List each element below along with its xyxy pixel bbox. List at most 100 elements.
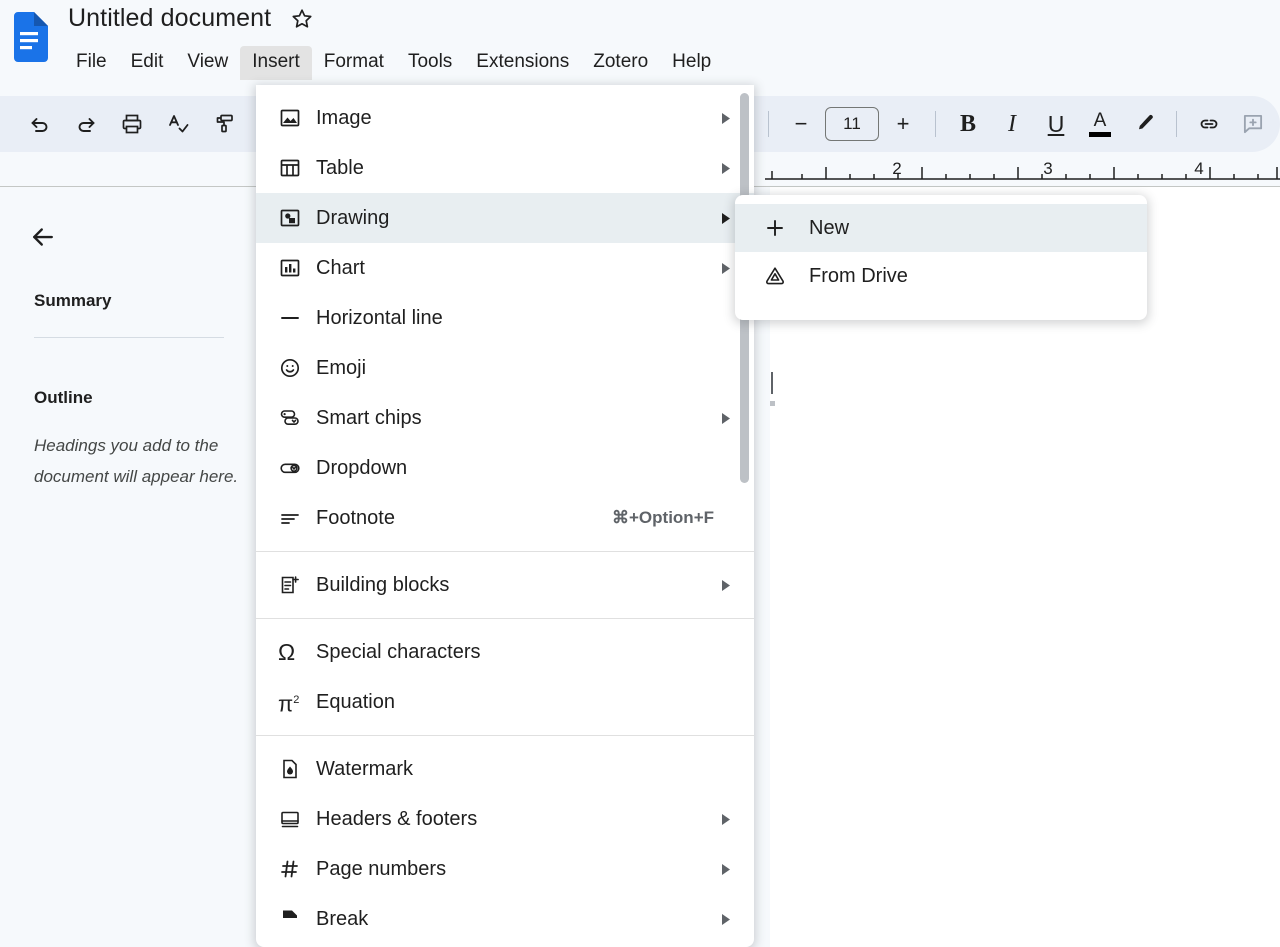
menu-item-emoji[interactable]: Emoji <box>256 343 754 393</box>
google-docs-icon[interactable] <box>10 12 48 62</box>
menu-bar: File Edit View Insert Format Tools Exten… <box>64 46 723 80</box>
chevron-right-icon <box>718 579 734 592</box>
omega-icon: Ω <box>278 639 316 665</box>
comment-icon[interactable] <box>1233 104 1273 144</box>
menu-item-drawing[interactable]: Drawing <box>256 193 754 243</box>
menu-item-label: Special characters <box>316 640 481 663</box>
dropdown-icon <box>278 455 316 481</box>
menu-item-equation[interactable]: π2 Equation <box>256 677 754 727</box>
menu-item-label: Watermark <box>316 757 414 780</box>
menu-tools[interactable]: Tools <box>396 46 464 80</box>
menu-extensions[interactable]: Extensions <box>464 46 581 80</box>
caret-marker <box>770 401 775 406</box>
text-color-swatch <box>1089 132 1111 137</box>
print-icon[interactable] <box>112 104 152 144</box>
horizontal-line-icon <box>278 305 316 331</box>
menu-item-label: Table <box>316 156 364 179</box>
break-icon <box>278 906 316 932</box>
summary-heading: Summary <box>34 291 112 310</box>
chevron-right-icon <box>718 863 734 876</box>
menu-item-label: Equation <box>316 690 395 713</box>
font-size-increase-button[interactable]: + <box>883 104 923 144</box>
menu-item-chart[interactable]: Chart <box>256 243 754 293</box>
submenu-item-label: From Drive <box>809 264 908 287</box>
document-title[interactable]: Untitled document <box>68 4 271 33</box>
menu-item-label: Page numbers <box>316 857 447 880</box>
plus-icon <box>763 216 809 240</box>
panel-divider <box>34 337 224 338</box>
chevron-right-icon <box>718 412 734 425</box>
page-numbers-icon <box>278 856 316 882</box>
chevron-right-icon <box>718 112 734 125</box>
menu-help[interactable]: Help <box>660 46 723 80</box>
menu-item-image[interactable]: Image <box>256 93 754 143</box>
drawing-submenu: New From Drive <box>735 195 1147 320</box>
toolbar-divider-3 <box>1176 111 1177 137</box>
menu-item-label: Dropdown <box>316 456 408 479</box>
menu-item-table[interactable]: Table <box>256 143 754 193</box>
omega-glyph: Ω <box>278 638 296 665</box>
menu-item-label: Emoji <box>316 356 367 379</box>
building-blocks-icon <box>278 572 316 598</box>
menu-insert[interactable]: Insert <box>240 46 312 80</box>
smart-chips-icon <box>278 405 316 431</box>
menu-item-footnote[interactable]: Footnote ⌘+Option+F <box>256 493 754 543</box>
menu-zotero[interactable]: Zotero <box>581 46 660 80</box>
italic-glyph: I <box>1008 110 1016 137</box>
chevron-right-icon <box>718 913 734 926</box>
drawing-icon <box>278 205 316 231</box>
equation-glyph: π2 <box>278 691 300 717</box>
menu-edit[interactable]: Edit <box>119 46 176 80</box>
table-icon <box>278 155 316 181</box>
bold-icon[interactable]: B <box>948 104 988 144</box>
toolbar-divider-2 <box>935 111 936 137</box>
menu-item-label: Smart chips <box>316 406 422 429</box>
menu-file[interactable]: File <box>64 46 119 80</box>
back-arrow-icon[interactable] <box>28 217 68 257</box>
menu-item-label: Image <box>316 106 372 129</box>
equation-icon: π2 <box>278 689 316 715</box>
undo-icon[interactable] <box>20 104 60 144</box>
font-size-decrease-button[interactable]: − <box>781 104 821 144</box>
redo-icon[interactable] <box>66 104 106 144</box>
drive-icon <box>763 264 809 288</box>
underline-icon[interactable]: U <box>1036 104 1076 144</box>
menu-item-watermark[interactable]: Watermark <box>256 744 754 794</box>
menu-item-label: Break <box>316 907 369 930</box>
star-outline-icon[interactable] <box>289 6 315 32</box>
menu-item-break[interactable]: Break <box>256 894 754 944</box>
link-icon[interactable] <box>1189 104 1229 144</box>
menu-item-horizontal-line[interactable]: Horizontal line <box>256 293 754 343</box>
underline-glyph: U <box>1047 110 1065 137</box>
menu-item-label: Headers & footers <box>316 807 478 830</box>
submenu-item-from-drive[interactable]: From Drive <box>735 252 1147 300</box>
menu-item-label: Horizontal line <box>316 306 443 329</box>
insert-menu-dropdown: Image Table Drawing Chart Horizontal lin… <box>256 85 754 947</box>
highlight-icon[interactable] <box>1124 104 1164 144</box>
font-size-input[interactable]: 11 <box>825 107 879 141</box>
menu-item-building-blocks[interactable]: Building blocks <box>256 560 754 610</box>
italic-icon[interactable]: I <box>992 104 1032 144</box>
menu-item-dropdown[interactable]: Dropdown <box>256 443 754 493</box>
text-color-icon[interactable]: A <box>1080 104 1120 144</box>
paint-format-icon[interactable] <box>204 104 244 144</box>
menu-separator <box>256 618 754 619</box>
ruler-tick-3: 3 <box>1043 159 1052 178</box>
menu-item-smart-chips[interactable]: Smart chips <box>256 393 754 443</box>
title-row: Untitled document <box>68 4 315 33</box>
submenu-item-new[interactable]: New <box>735 204 1147 252</box>
menu-format[interactable]: Format <box>312 46 396 80</box>
google-docs-window: Untitled document File Edit View Insert … <box>0 0 1280 947</box>
menu-item-shortcut: ⌘+Option+F <box>612 508 714 527</box>
toolbar-right-group: − 11 + B I U A <box>760 96 1273 152</box>
outline-heading: Outline <box>34 388 93 407</box>
ruler[interactable]: 2 3 4 <box>765 152 1280 186</box>
text-caret <box>771 372 773 394</box>
menu-view[interactable]: View <box>175 46 240 80</box>
menu-item-label: Footnote <box>316 506 395 529</box>
menu-item-special-characters[interactable]: Ω Special characters <box>256 627 754 677</box>
spellcheck-icon[interactable] <box>158 104 198 144</box>
menu-item-headers-footers[interactable]: Headers & footers <box>256 794 754 844</box>
menu-item-page-numbers[interactable]: Page numbers <box>256 844 754 894</box>
submenu-item-label: New <box>809 216 850 239</box>
